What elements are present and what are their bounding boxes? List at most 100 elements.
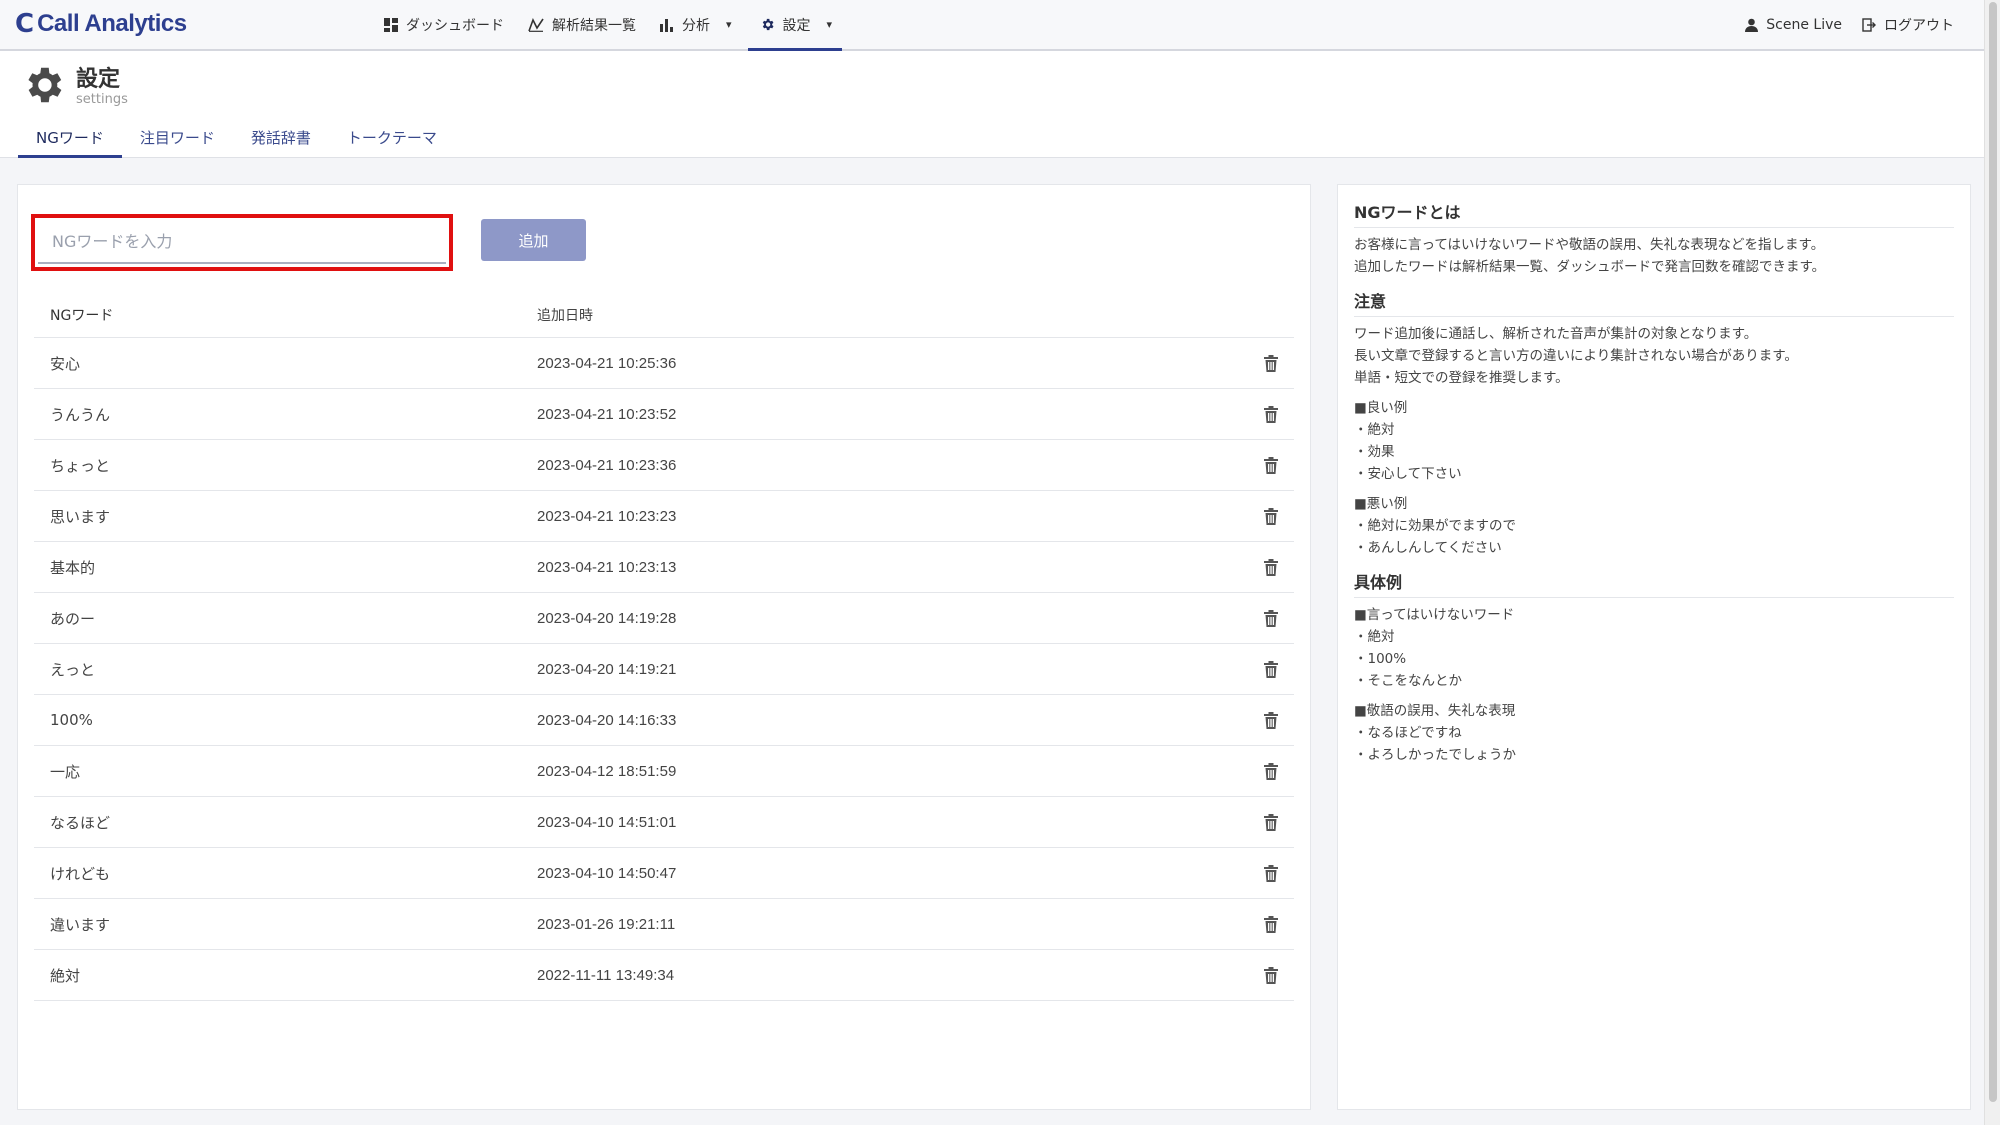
app-logo[interactable]: C Call Analytics: [15, 9, 187, 39]
ng-word-panel: 追加 NGワード 追加日時 安心 2023-04-21 10:25:36 うんうん 2…: [17, 184, 1311, 1110]
nav-settings[interactable]: 設定: [748, 0, 823, 49]
column-header-word: NGワード: [50, 308, 114, 324]
user-menu[interactable]: Scene Live: [1745, 17, 1842, 33]
trash-icon[interactable]: [1264, 456, 1278, 474]
table-row: ちょっと 2023-04-21 10:23:36: [34, 440, 1294, 491]
settings-tabs: NGワード 注目ワード 発話辞書 トークテーマ: [18, 123, 455, 158]
nav-dashboard-label: ダッシュボード: [406, 17, 504, 34]
main-nav: ダッシュボード 解析結果一覧 分析 ▾ 設定 ▾: [372, 0, 843, 51]
trash-icon[interactable]: [1264, 660, 1278, 678]
table-row: 絶対 2022-11-11 13:49:34: [34, 950, 1294, 1001]
logout-link[interactable]: ログアウト: [1862, 15, 1954, 35]
help-good-line-2: ・絶対: [1354, 422, 1395, 438]
trash-icon[interactable]: [1264, 966, 1278, 984]
nav-results[interactable]: 解析結果一覧: [516, 0, 648, 49]
trash-icon[interactable]: [1264, 354, 1278, 372]
dashboard-icon: [384, 17, 398, 32]
added-date-cell: 2023-04-21 10:23:23: [537, 507, 677, 525]
trash-icon[interactable]: [1264, 915, 1278, 933]
nav-results-label: 解析結果一覧: [552, 17, 636, 34]
trash-icon[interactable]: [1264, 813, 1278, 831]
trash-icon[interactable]: [1264, 711, 1278, 729]
help-ex2-line-2: ・なるほどですね: [1354, 725, 1462, 741]
table-row: 100% 2023-04-20 14:16:33: [34, 695, 1294, 746]
column-header-date: 追加日時: [537, 307, 593, 323]
ng-word-cell: 100%: [50, 711, 93, 729]
trash-icon[interactable]: [1264, 507, 1278, 525]
ng-word-cell: えっと: [50, 660, 96, 679]
help-ex1-line-1: ■言ってはいけないワード: [1354, 607, 1515, 623]
gear-icon: [762, 18, 774, 31]
ng-word-cell: けれども: [50, 864, 111, 883]
add-button[interactable]: 追加: [481, 219, 586, 261]
help-heading-what: NGワードとは: [1354, 199, 1954, 228]
added-date-cell: 2023-04-10 14:50:47: [537, 864, 677, 882]
help-ex1-line-2: ・絶対: [1354, 629, 1395, 645]
ng-word-cell: 一応: [50, 762, 81, 781]
trash-icon[interactable]: [1264, 405, 1278, 423]
help-heading-examples: 具体例: [1354, 569, 1954, 598]
chevron-down-icon: ▾: [826, 18, 833, 31]
help-ex1-line-4: ・そこをなんとか: [1354, 673, 1462, 689]
table-row: 一応 2023-04-12 18:51:59: [34, 746, 1294, 797]
ng-word-cell: うんうん: [50, 405, 111, 424]
top-navbar: C Call Analytics ダッシュボード 解析結果一覧 分析 ▾ 設定: [0, 0, 1984, 51]
tab-talk-themes[interactable]: トークテーマ: [329, 123, 455, 158]
ng-word-cell: 違います: [50, 915, 111, 934]
help-ex2-line-1: ■敬語の誤用、失礼な表現: [1354, 703, 1516, 719]
page-title: 設定: [76, 67, 121, 92]
page-scrollbar[interactable]: [1984, 0, 2000, 1125]
table-row: 思います 2023-04-21 10:23:23: [34, 491, 1294, 542]
ng-word-cell: 安心: [50, 354, 81, 373]
table-header: NGワード 追加日時: [34, 293, 1294, 338]
nav-settings-dropdown[interactable]: ▾: [823, 0, 843, 49]
table-row: 基本的 2023-04-21 10:23:13: [34, 542, 1294, 593]
added-date-cell: 2023-04-20 14:19:21: [537, 660, 677, 678]
bar-chart-icon: [660, 18, 673, 32]
help-note-line-2: 長い文章で登録すると言い方の違いにより集計されない場合があります。: [1354, 348, 1798, 364]
user-icon: [1745, 18, 1759, 32]
ng-word-input-highlight: [31, 214, 453, 271]
table-row: うんうん 2023-04-21 10:23:52: [34, 389, 1294, 440]
added-date-cell: 2023-04-12 18:51:59: [537, 762, 677, 780]
table-row: あのー 2023-04-20 14:19:28: [34, 593, 1294, 644]
table-row: えっと 2023-04-20 14:19:21: [34, 644, 1294, 695]
table-row: なるほど 2023-04-10 14:51:01: [34, 797, 1294, 848]
ng-word-table: NGワード 追加日時 安心 2023-04-21 10:25:36 うんうん 2023…: [34, 293, 1294, 1001]
table-body: 安心 2023-04-21 10:25:36 うんうん 2023-04-21 10:2…: [34, 338, 1294, 1001]
added-date-cell: 2023-04-21 10:23:13: [537, 558, 677, 576]
nav-analysis-label: 分析: [682, 17, 710, 34]
tab-focus-words[interactable]: 注目ワード: [122, 123, 233, 158]
logo-mark-icon: C: [15, 9, 35, 39]
nav-dashboard[interactable]: ダッシュボード: [372, 0, 516, 49]
added-date-cell: 2023-01-26 19:21:11: [537, 915, 676, 933]
help-ex2-line-3: ・よろしかったでしょうか: [1354, 747, 1516, 763]
tab-ng-words[interactable]: NGワード: [18, 123, 122, 158]
nav-settings-label: 設定: [782, 17, 811, 34]
ng-word-cell: 絶対: [50, 966, 81, 985]
nav-analysis-group: 分析 ▾: [648, 0, 742, 51]
trash-icon[interactable]: [1264, 762, 1278, 780]
user-area: Scene Live ログアウト: [1725, 0, 1954, 49]
logout-icon: [1862, 17, 1876, 32]
trash-icon[interactable]: [1264, 558, 1278, 576]
help-what-line-1: お客様に言ってはいけないワードや敬語の誤用、失礼な表現などを指します。: [1354, 237, 1825, 253]
ng-word-input[interactable]: [38, 221, 446, 264]
tab-speech-dictionary[interactable]: 発話辞書: [233, 123, 329, 158]
scrollbar-thumb[interactable]: [1989, 2, 1997, 1102]
user-name: Scene Live: [1766, 16, 1842, 33]
nav-analysis[interactable]: 分析: [648, 0, 722, 49]
ng-word-cell: なるほど: [50, 813, 111, 832]
table-row: 安心 2023-04-21 10:25:36: [34, 338, 1294, 389]
trash-icon[interactable]: [1264, 609, 1278, 627]
added-date-cell: 2023-04-21 10:25:36: [537, 354, 677, 372]
help-good-line-4: ・安心して下さい: [1354, 466, 1462, 482]
page-header: 設定 settings NGワード 注目ワード 発話辞書 トークテーマ: [0, 51, 1984, 158]
help-bad-line-2: ・絶対に効果がでますので: [1354, 518, 1516, 534]
help-bad-line-3: ・あんしんしてください: [1354, 540, 1502, 556]
added-date-cell: 2023-04-21 10:23:36: [537, 456, 677, 474]
settings-gear-icon: [28, 67, 62, 103]
nav-analysis-dropdown[interactable]: ▾: [722, 0, 742, 49]
table-row: けれども 2023-04-10 14:50:47: [34, 848, 1294, 899]
trash-icon[interactable]: [1264, 864, 1278, 882]
